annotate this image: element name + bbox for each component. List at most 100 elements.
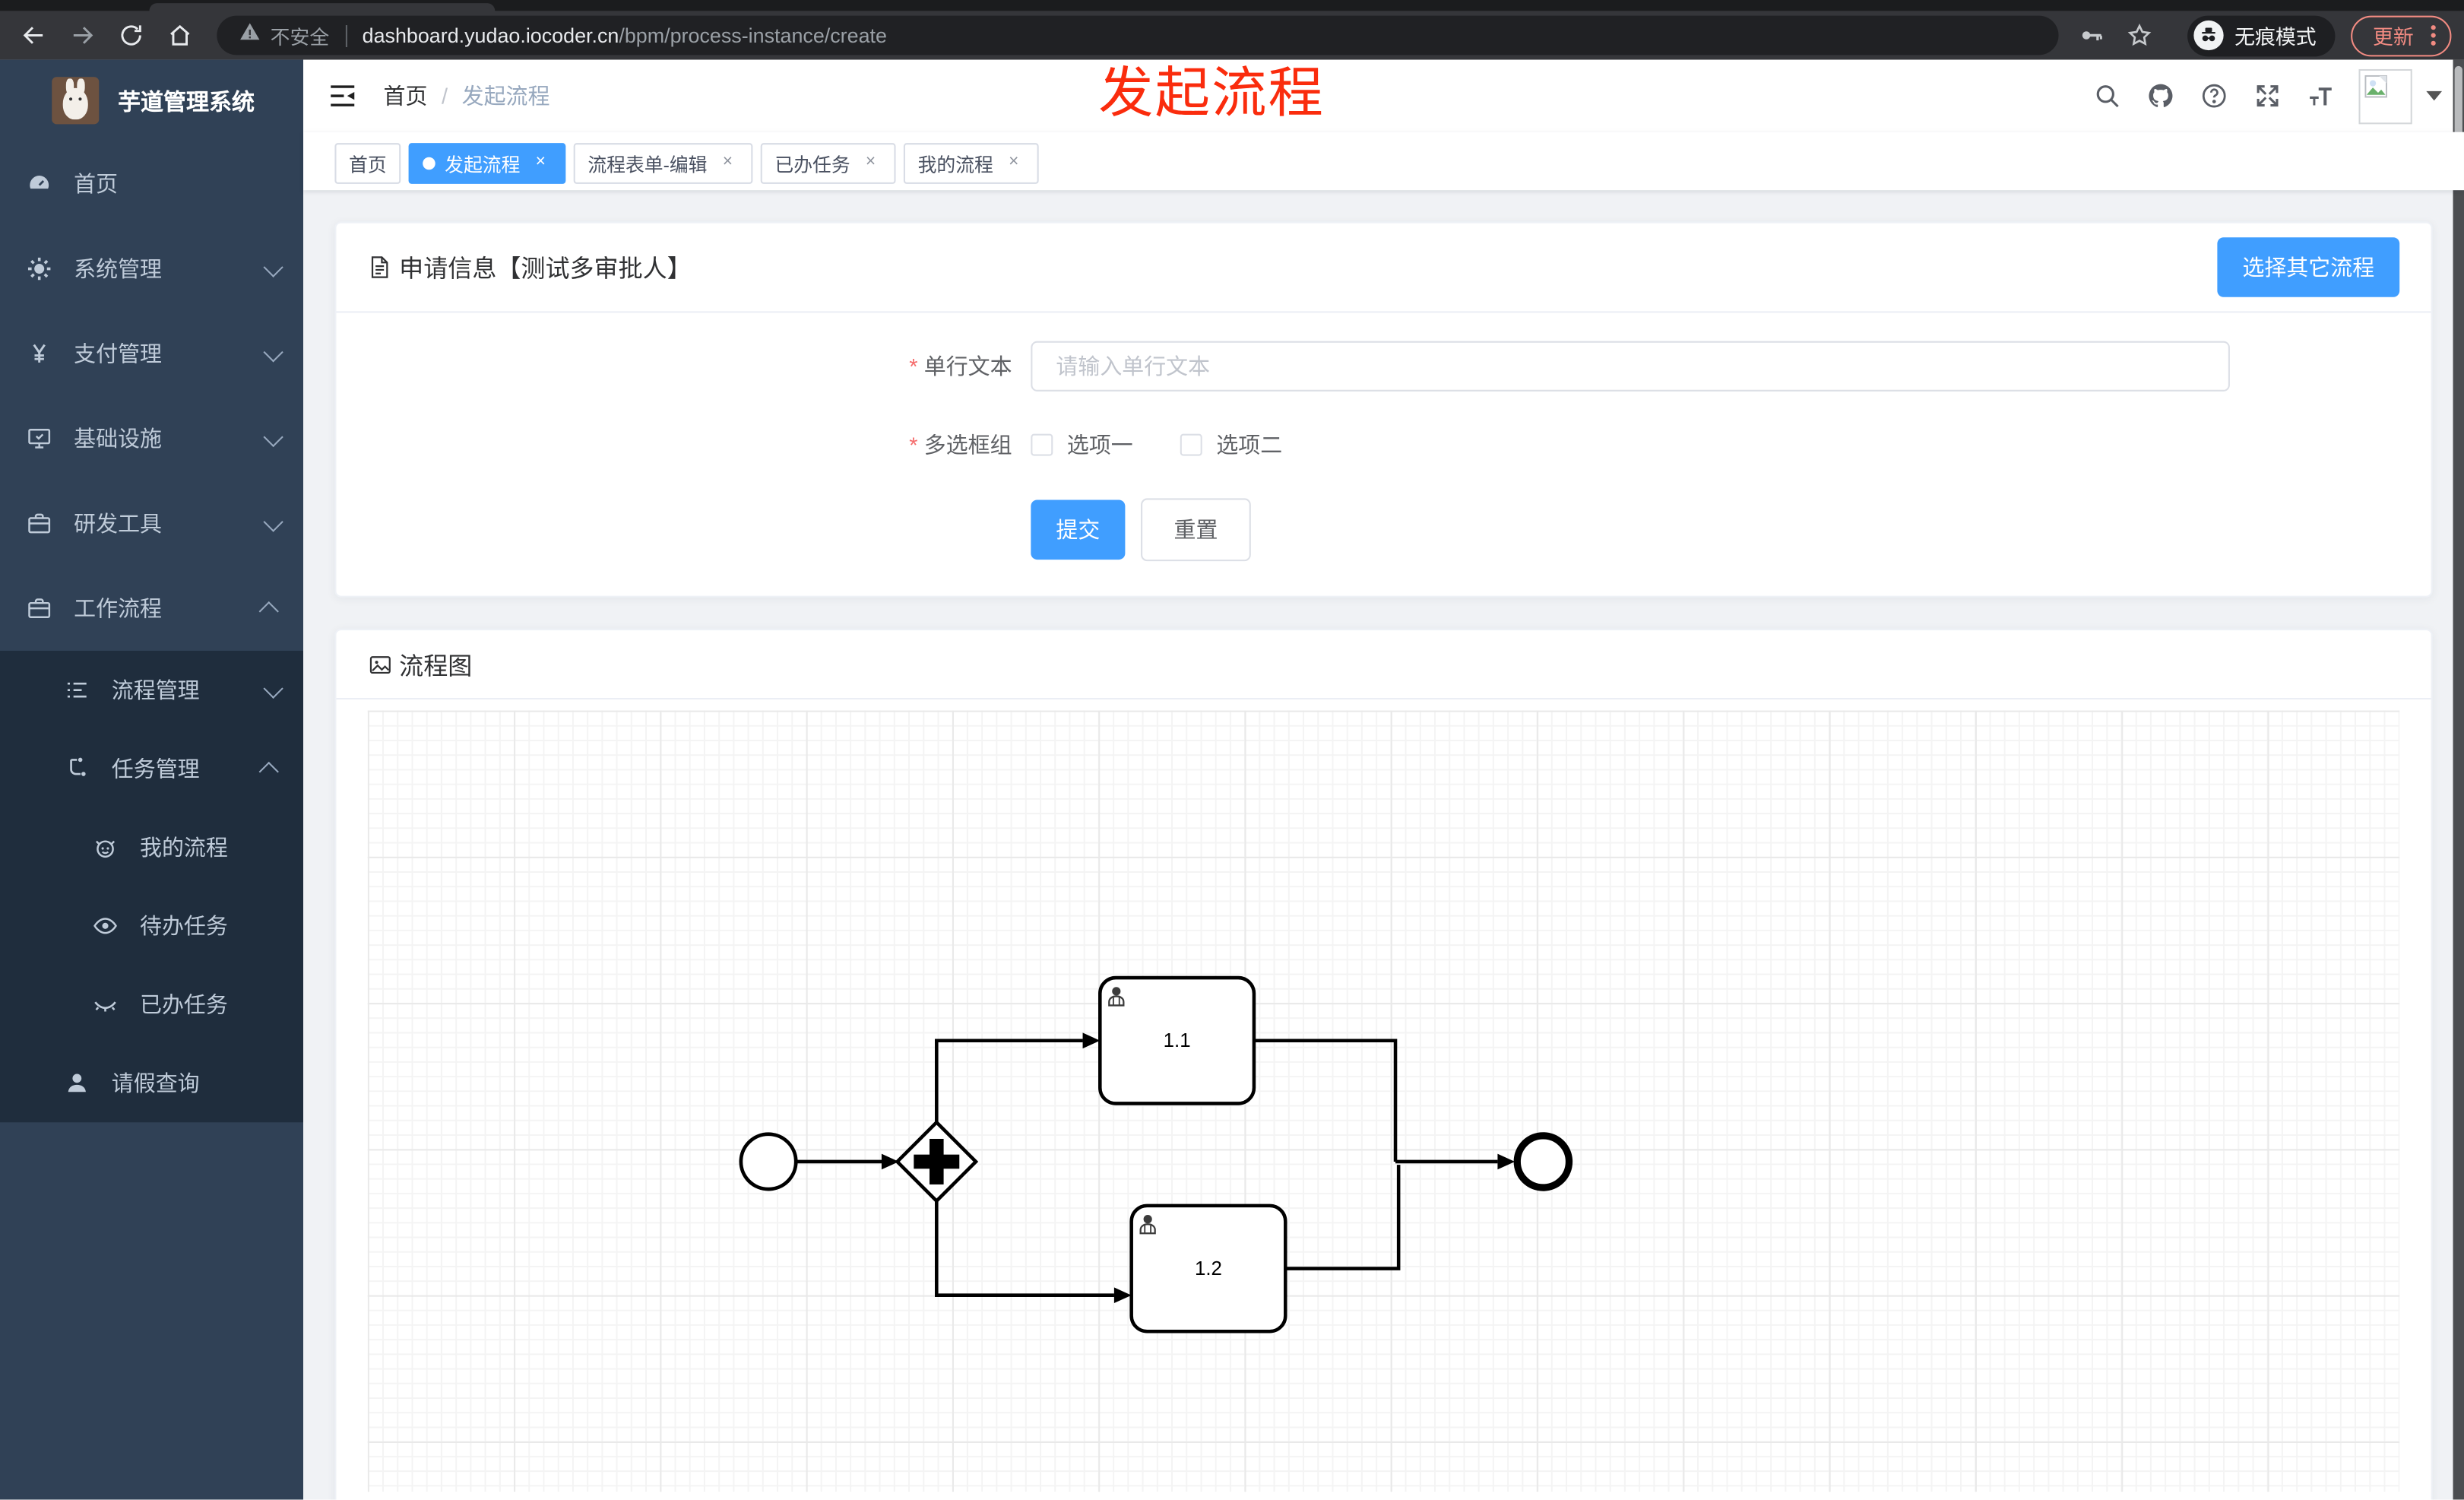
sidebar-item-todo-tasks[interactable]: 待办任务 [0,886,303,965]
sidebar-item-my-process[interactable]: 我的流程 [0,808,303,886]
breadcrumb-home[interactable]: 首页 [383,80,427,111]
checkbox-option-2[interactable]: 选项二 [1180,429,1282,460]
avatar[interactable] [2358,68,2412,124]
browser-menu-icon[interactable] [2426,25,2440,46]
chevron-up-icon [258,760,279,782]
bookmark-star-icon[interactable] [2123,18,2157,52]
chevron-down-icon [263,426,283,447]
apply-info-card-title: 申请信息【测试多审批人】 [368,250,692,284]
process-diagram-card-title: 流程图 [368,647,472,681]
checkbox-icon[interactable] [1180,433,1202,456]
font-size-icon[interactable] [2302,77,2340,115]
tag-home[interactable]: 首页 [334,143,401,184]
reload-icon[interactable] [113,18,147,52]
bpmn-user-task-1[interactable]: 1.1 [1098,975,1256,1105]
browser-update-button[interactable]: 更新 [2351,14,2452,56]
tag-start-process[interactable]: 发起流程 [408,143,566,184]
close-icon[interactable] [1002,153,1025,175]
apply-info-card-header: 申请信息【测试多审批人】 选择其它流程 [336,224,2431,313]
dashboard-icon [25,170,53,198]
submit-button[interactable]: 提交 [1031,499,1126,560]
screen: 不安全 dashboard.yudao.iocoder.cn /bpm/proc… [0,0,2464,1500]
chevron-down-icon [263,511,283,531]
active-tab-dot [423,157,435,170]
close-icon[interactable] [860,153,882,175]
chevron-down-icon [263,677,283,698]
tag-my-process[interactable]: 我的流程 [903,143,1039,184]
sidebar-item-leave-query[interactable]: 请假查询 [0,1044,303,1122]
bpmn-user-task-2[interactable]: 1.2 [1129,1203,1287,1334]
search-icon[interactable] [2089,77,2127,115]
chevron-down-icon [263,341,283,362]
sidebar-item-system[interactable]: 系统管理 [0,227,303,312]
browser-active-tab[interactable] [149,3,496,11]
browser-tabstrip [0,0,2464,11]
chevron-down-icon [263,256,283,277]
checkbox-icon[interactable] [1031,433,1053,456]
chevron-up-icon [258,600,279,621]
apply-form: *单行文本 *多选框组 选项一 [336,312,2431,595]
sidebar-item-home[interactable]: 首页 [0,141,303,227]
key-icon[interactable] [2074,18,2108,52]
close-icon[interactable] [530,153,552,175]
back-icon[interactable] [16,18,50,52]
sidebar-item-process-management[interactable]: 流程管理 [0,651,303,729]
monitor-icon [25,424,53,452]
choose-other-process-button[interactable]: 选择其它流程 [2217,237,2400,297]
required-marker: * [909,354,918,379]
reset-button[interactable]: 重置 [1141,498,1251,562]
close-icon[interactable] [717,153,739,175]
app-logo [52,77,100,125]
flow-task2-out [1285,1165,1401,1270]
gear-icon [25,255,53,283]
page-title-annotation: 发起流程 [1098,62,1325,125]
process-list-icon [63,676,91,704]
toolbox-icon [25,509,53,538]
bpmn-end-event[interactable] [1513,1132,1573,1191]
flow-gateway-to-task2 [935,1199,1114,1297]
scrollbar[interactable] [2453,59,2464,1500]
github-icon[interactable] [2142,77,2180,115]
process-diagram-card-header: 流程图 [336,630,2431,700]
forward-icon[interactable] [65,18,99,52]
sidebar-item-done-tasks[interactable]: 已办任务 [0,966,303,1044]
url-host: dashboard.yudao.iocoder.cn [362,24,619,48]
flow-task1-out [1253,1039,1398,1162]
help-icon[interactable] [2195,77,2233,115]
tag-done-tasks[interactable]: 已办任务 [760,143,896,184]
home-icon[interactable] [162,18,196,52]
checkbox-group-label: * 多选框组 [909,432,1012,458]
security-label[interactable]: 不安全 [271,21,330,50]
incognito-badge: 无痕模式 [2187,14,2336,56]
single-line-text-input[interactable] [1031,341,2230,392]
breadcrumb: 首页 / 发起流程 [383,80,549,111]
eye-icon [91,912,119,940]
document-icon [371,256,388,278]
tags-view-bar: 首页 发起流程 流程表单-编辑 已办任务 我的流程 [303,132,2464,191]
task-flow-icon [63,754,91,782]
sidebar-collapse-icon[interactable] [327,80,358,111]
sidebar-item-dev-tools[interactable]: 研发工具 [0,481,303,566]
bpmn-diagram: 1.1 1.2 [739,975,1573,1334]
bpmn-canvas[interactable]: 1.1 1.2 [367,710,2400,1492]
navbar-actions [2073,68,2443,124]
breadcrumb-separator: / [441,83,448,109]
image-icon [369,655,391,674]
avatar-caret-icon[interactable] [2426,90,2443,101]
eye-closed-icon [91,991,119,1019]
app-logo-row[interactable]: 芋道管理系统 [0,60,303,142]
process-diagram-card: 流程图 1.1 1.2 [334,629,2433,1500]
text-field-label: * 单行文本 [909,354,1012,379]
flow-gateway-to-task1 [935,1039,1083,1124]
my-process-icon [91,833,119,861]
fullscreen-icon[interactable] [2249,77,2287,115]
sidebar-item-task-management[interactable]: 任务管理 [0,729,303,807]
tag-form-edit[interactable]: 流程表单-编辑 [573,143,753,184]
sidebar-item-workflow[interactable]: 工作流程 [0,566,303,651]
bpmn-start-event[interactable] [739,1132,798,1191]
checkbox-option-1[interactable]: 选项一 [1031,429,1133,460]
url-path: /bpm/process-instance/create [619,24,887,48]
sidebar-item-infrastructure[interactable]: 基础设施 [0,396,303,481]
sidebar-item-payment[interactable]: 支付管理 [0,311,303,396]
bpmn-parallel-gateway[interactable] [895,1120,979,1203]
